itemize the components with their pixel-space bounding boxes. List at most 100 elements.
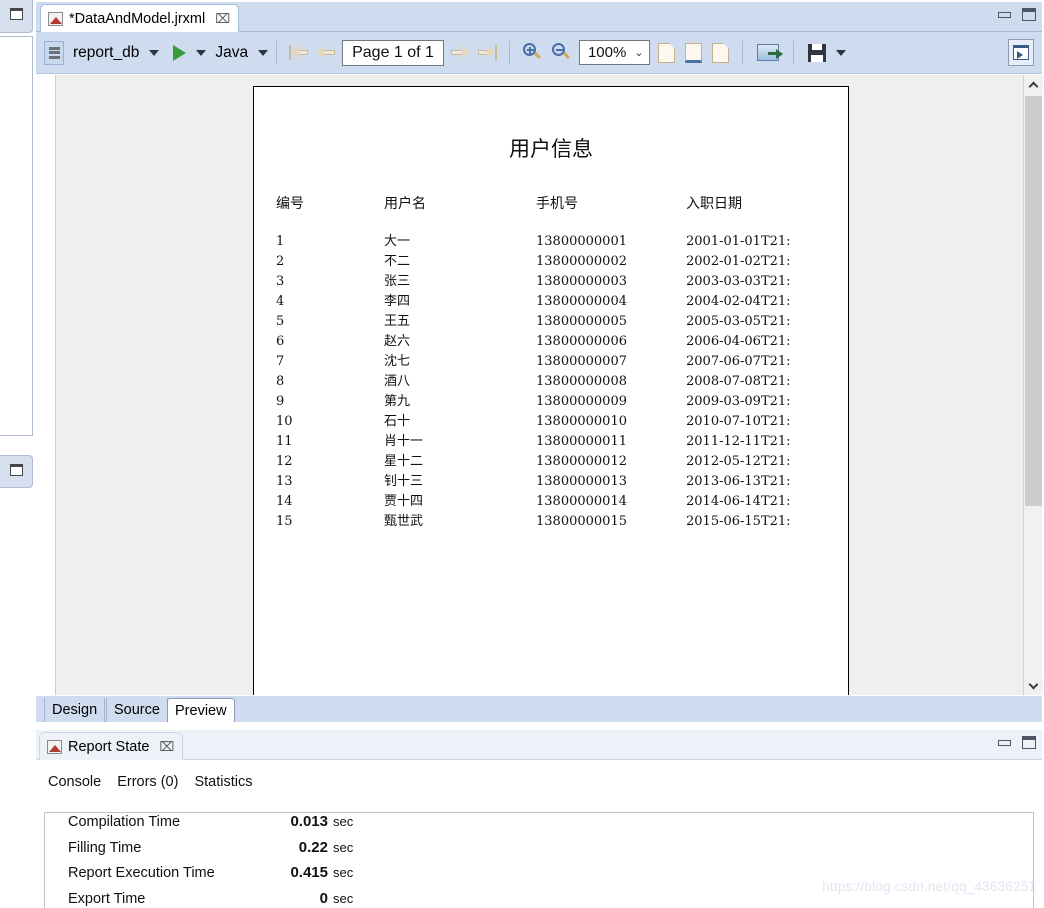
table-row: 12 星十二 13800000012 2012-05-12T21:: [254, 455, 848, 475]
page-actual-size-icon[interactable]: [657, 42, 675, 63]
cell-date: 2001-01-01T21:: [686, 234, 791, 249]
cell-date: 2002-01-02T21:: [686, 254, 791, 269]
cell-id: 15: [276, 514, 293, 529]
report-table: 编号 用户名 手机号 入职日期 1 大一 13800000001 2001-01-01…: [254, 193, 848, 535]
report-state-tabbar: Report State ⌧: [36, 730, 1042, 760]
cell-date: 2014-06-14T21:: [686, 494, 791, 509]
statistic-name: Export Time: [68, 890, 146, 907]
subtab-errors[interactable]: Errors (0): [117, 774, 178, 790]
cell-phone: 13800000011: [536, 434, 627, 449]
restore-view-icon: [9, 8, 23, 20]
tab-preview-label: Preview: [175, 702, 227, 719]
save-icon[interactable]: [807, 43, 826, 62]
chevron-down-icon-zoom: ⌄: [634, 47, 644, 59]
datasource-selector[interactable]: report_db: [44, 38, 160, 68]
minimized-view-panel[interactable]: [0, 36, 33, 436]
editor-tab-datamodel[interactable]: *DataAndModel.jrxml ⌧: [40, 4, 240, 32]
table-row: 1 大一 13800000001 2001-01-01T21:: [254, 235, 848, 255]
language-selector[interactable]: Java: [206, 38, 269, 68]
export-icon[interactable]: [756, 44, 783, 61]
cell-name: 张三: [384, 274, 411, 289]
page-indicator[interactable]: Page 1 of 1: [342, 39, 444, 66]
scroll-down-button[interactable]: [1024, 676, 1043, 695]
table-row: 2 不二 13800000002 2002-01-02T21:: [254, 255, 848, 275]
cell-name: 钊十三: [384, 474, 424, 489]
cell-name: 王五: [384, 314, 411, 329]
toolbar-separator-1: [276, 40, 278, 65]
tab-design[interactable]: Design: [44, 698, 106, 722]
previous-page-icon[interactable]: [316, 45, 336, 60]
cell-phone: 13800000005: [536, 314, 627, 329]
statistic-name: Filling Time: [68, 839, 142, 856]
maximize-panel-icon: [1013, 45, 1029, 60]
scrollbar-thumb[interactable]: [1025, 96, 1042, 506]
language-label: Java: [215, 43, 249, 61]
toolbar-separator-2: [508, 40, 510, 65]
zoom-level-value: 100%: [587, 44, 627, 61]
cell-phone: 13800000008: [536, 374, 627, 389]
minimize-icon-report-state[interactable]: [998, 739, 1011, 746]
report-preview-viewport[interactable]: 用户信息 编号 用户名 手机号 入职日期 1 大一 13800000001 2001-…: [55, 75, 1023, 695]
preview-vertical-scrollbar[interactable]: [1023, 75, 1043, 695]
fit-whole-page-icon[interactable]: [711, 42, 729, 63]
cell-phone: 13800000009: [536, 394, 627, 409]
next-page-icon[interactable]: [450, 45, 470, 60]
report-state-tab[interactable]: Report State ⌧: [39, 732, 184, 760]
minimized-view-stub-bottom[interactable]: [0, 455, 33, 488]
cell-name: 石十: [384, 414, 411, 429]
cell-name: 甄世武: [384, 514, 424, 529]
cell-phone: 13800000004: [536, 294, 627, 309]
editor-window: *DataAndModel.jrxml ⌧ report_db Java Pag…: [36, 2, 1043, 722]
last-page-icon[interactable]: [477, 45, 497, 60]
cell-phone: 13800000013: [536, 474, 627, 489]
close-icon[interactable]: ⌧: [215, 11, 230, 27]
statistic-unit: sec: [333, 890, 354, 906]
cell-date: 2011-12-11T21:: [686, 434, 791, 449]
cell-name: 大一: [384, 234, 411, 249]
subtab-statistics[interactable]: Statistics: [194, 774, 252, 790]
maximize-panel-button[interactable]: [1008, 39, 1034, 66]
maximize-icon-report-state[interactable]: [1022, 736, 1036, 749]
tab-preview[interactable]: Preview: [167, 698, 235, 722]
run-report-icon[interactable]: [173, 44, 187, 61]
cell-date: 2007-06-07T21:: [686, 354, 791, 369]
subtab-console[interactable]: Console: [48, 774, 101, 790]
chevron-down-icon[interactable]: [149, 49, 160, 56]
cell-phone: 13800000010: [536, 414, 627, 429]
toolbar-separator-4: [792, 40, 794, 65]
cell-name: 李四: [384, 294, 411, 309]
minimize-icon[interactable]: [998, 11, 1011, 18]
table-row: 8 酒八 13800000008 2008-07-08T21:: [254, 375, 848, 395]
cell-phone: 13800000002: [536, 254, 627, 269]
preview-toolbar: report_db Java Page 1 of 1 100% ⌄: [36, 32, 1042, 74]
minimized-view-stub-top[interactable]: [0, 0, 33, 33]
language-chevron-down-icon[interactable]: [258, 49, 269, 56]
column-header-date: 入职日期: [686, 196, 742, 212]
table-row: 10 石十 13800000010 2010-07-10T21:: [254, 415, 848, 435]
cell-id: 8: [276, 374, 285, 389]
maximize-icon[interactable]: [1022, 8, 1036, 21]
first-page-icon[interactable]: [289, 45, 309, 60]
fit-page-width-icon[interactable]: [684, 42, 702, 63]
zoom-level-select[interactable]: 100% ⌄: [578, 40, 650, 65]
column-header-name: 用户名: [384, 196, 426, 212]
cell-id: 13: [276, 474, 293, 489]
tab-source[interactable]: Source: [106, 698, 168, 722]
scroll-up-button[interactable]: [1024, 75, 1043, 94]
cell-date: 2003-03-03T21:: [686, 274, 791, 289]
table-row: 6 赵六 13800000006 2006-04-06T21:: [254, 335, 848, 355]
tab-design-label: Design: [52, 702, 98, 718]
report-state-subtabs: Console Errors (0) Statistics: [36, 760, 1042, 798]
restore-view-icon-2: [9, 464, 23, 476]
cell-name: 贾十四: [384, 494, 424, 509]
table-row: 3 张三 13800000003 2003-03-03T21:: [254, 275, 848, 295]
cell-name: 第九: [384, 394, 411, 409]
save-dropdown-chevron-down-icon[interactable]: [835, 49, 846, 56]
cell-id: 1: [276, 234, 285, 249]
zoom-out-icon[interactable]: [551, 43, 571, 62]
report-state-tab-label: Report State: [68, 738, 150, 755]
close-icon-report-state[interactable]: ⌧: [159, 739, 174, 755]
zoom-in-icon[interactable]: [522, 43, 542, 62]
run-options-chevron-down-icon[interactable]: [196, 49, 207, 56]
cell-phone: 13800000003: [536, 274, 627, 289]
